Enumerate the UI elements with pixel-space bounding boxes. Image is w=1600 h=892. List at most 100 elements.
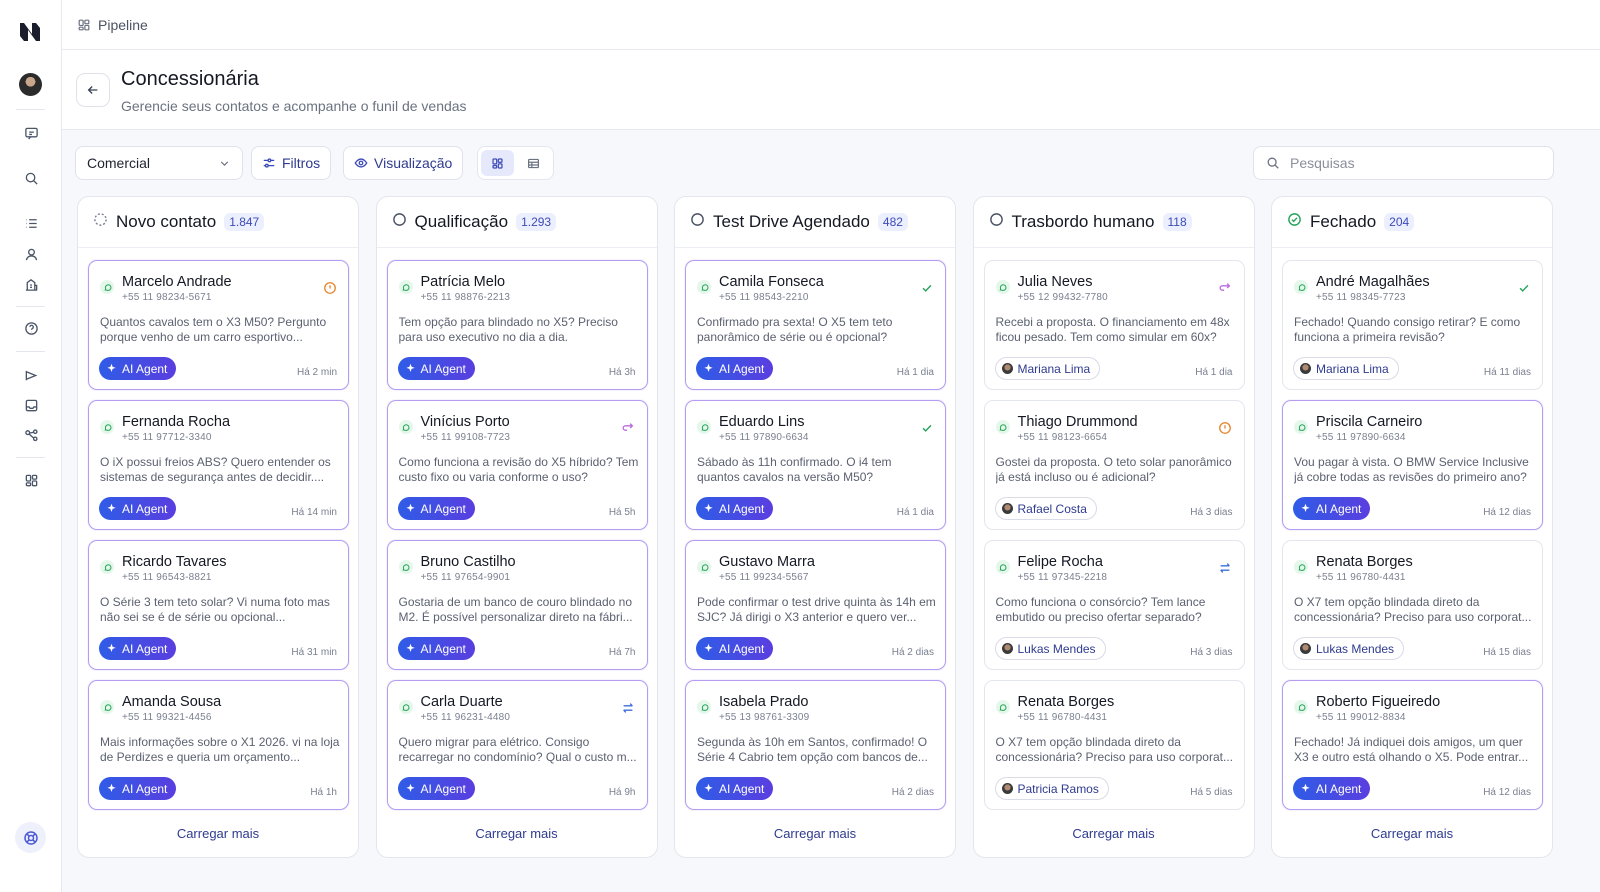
- ai-agent-badge[interactable]: AI Agent: [99, 777, 177, 800]
- table-icon: [528, 158, 540, 168]
- user-avatar[interactable]: [19, 73, 42, 96]
- sidebar-divider: [16, 351, 45, 352]
- load-more-button[interactable]: Carregar mais: [1272, 826, 1552, 841]
- timestamp: Há 5h: [608, 507, 636, 518]
- check-circle-icon: [1287, 212, 1302, 232]
- contact-card[interactable]: Marcelo Andrade +55 11 98234-5671 Quanto…: [88, 260, 349, 390]
- list-icon[interactable]: [21, 213, 41, 233]
- contact-name: Gustavo Marra: [719, 554, 815, 570]
- contact-card[interactable]: Felipe Rocha +55 11 97345-2218 Como func…: [983, 540, 1245, 670]
- contact-card[interactable]: Gustavo Marra +55 11 99234-5567 Pode con…: [685, 540, 946, 670]
- load-more-button[interactable]: Carregar mais: [78, 826, 358, 841]
- pipeline-icon[interactable]: [21, 470, 41, 490]
- contact-card[interactable]: Amanda Sousa +55 11 99321-4456 Mais info…: [88, 680, 349, 810]
- send-icon[interactable]: [21, 365, 41, 385]
- last-message: Tem opção para blindado no X5? Preciso p…: [398, 315, 618, 344]
- contact-card[interactable]: Patrícia Melo +55 11 98876-2213 Tem opçã…: [386, 260, 648, 390]
- contact-phone: +55 12 99432-7780: [1017, 292, 1108, 303]
- sparkle-icon: [703, 783, 714, 794]
- user-icon[interactable]: [21, 244, 41, 264]
- search-icon[interactable]: [21, 168, 41, 188]
- last-message: Fechado! Quando consigo retirar? E como …: [1294, 315, 1521, 344]
- assignee-badge[interactable]: Mariana Lima: [1293, 357, 1399, 380]
- contact-card[interactable]: Renata Borges +55 11 96780-4431 O X7 tem…: [983, 680, 1245, 810]
- contact-name: André Magalhães: [1316, 274, 1430, 290]
- assignee-badge[interactable]: Lukas Mendes: [994, 637, 1106, 660]
- timestamp: Há 2 min: [296, 367, 337, 378]
- ai-agent-badge[interactable]: AI Agent: [397, 637, 475, 660]
- assignee-badge[interactable]: Rafael Costa: [994, 497, 1097, 520]
- contact-card[interactable]: Ricardo Tavares +55 11 96543-8821 O Séri…: [88, 540, 349, 670]
- ai-agent-badge[interactable]: AI Agent: [99, 497, 177, 520]
- search-input[interactable]: [1290, 155, 1530, 171]
- assignee-badge[interactable]: Lukas Mendes: [1293, 637, 1405, 660]
- workflow-icon[interactable]: [21, 425, 41, 445]
- whatsapp-icon: [995, 700, 1010, 714]
- assignee-label: AI Agent: [420, 641, 466, 656]
- contact-card[interactable]: Roberto Figueiredo +55 11 99012-8834 Fec…: [1282, 680, 1543, 810]
- logo-icon[interactable]: [18, 20, 42, 44]
- back-button[interactable]: [76, 73, 110, 107]
- timestamp: Há 12 dias: [1483, 507, 1531, 518]
- ai-agent-badge[interactable]: AI Agent: [99, 637, 177, 660]
- assignee-label: AI Agent: [122, 641, 168, 656]
- alert-icon: [1218, 420, 1233, 435]
- last-message: Recebi a proposta. O financiamento em 48…: [995, 315, 1230, 344]
- filters-button[interactable]: Filtros: [251, 146, 332, 180]
- column-title: Fechado: [1310, 212, 1377, 231]
- ai-agent-badge[interactable]: AI Agent: [99, 357, 177, 380]
- inbox-icon[interactable]: [21, 395, 41, 415]
- contact-card[interactable]: Thiago Drummond +55 11 98123-6654 Gostei…: [983, 400, 1245, 530]
- page-subtitle: Gerencie seus contatos e acompanhe o fun…: [121, 98, 467, 114]
- contact-card[interactable]: Fernanda Rocha +55 11 97712-3340 O iX po…: [88, 400, 349, 530]
- contact-card[interactable]: Julia Neves +55 12 99432-7780 Recebi a p…: [983, 260, 1245, 390]
- kanban-icon: [492, 157, 503, 169]
- ai-agent-badge[interactable]: AI Agent: [397, 497, 475, 520]
- last-message: O X7 tem opção blindada direto da conces…: [995, 735, 1233, 764]
- contact-name: Priscila Carneiro: [1316, 414, 1423, 430]
- pipeline-select[interactable]: Comercial: [75, 146, 243, 180]
- contact-name: Amanda Sousa: [122, 694, 222, 710]
- kanban-view-button[interactable]: [481, 150, 514, 176]
- contact-card[interactable]: Eduardo Lins +55 11 97890-6634 Sábado às…: [685, 400, 946, 530]
- last-message: Sábado às 11h confirmado. O i4 tem quant…: [697, 455, 892, 484]
- assignee-badge[interactable]: Mariana Lima: [994, 357, 1101, 380]
- chat-icon[interactable]: [21, 123, 41, 143]
- ai-agent-badge[interactable]: AI Agent: [397, 357, 475, 380]
- contact-card[interactable]: Renata Borges +55 11 96780-4431 O X7 tem…: [1282, 540, 1543, 670]
- sparkle-icon: [1300, 783, 1311, 794]
- question-icon[interactable]: [21, 318, 41, 338]
- ai-agent-badge[interactable]: AI Agent: [696, 357, 774, 380]
- ai-agent-badge[interactable]: AI Agent: [696, 637, 774, 660]
- avatar: [1300, 363, 1311, 374]
- contact-card[interactable]: Priscila Carneiro +55 11 97890-6634 Vou …: [1282, 400, 1543, 530]
- load-more-button[interactable]: Carregar mais: [377, 826, 657, 841]
- assignee-badge[interactable]: Patricia Ramos: [994, 777, 1109, 800]
- timestamp: Há 11 dias: [1483, 367, 1531, 378]
- breadcrumb[interactable]: Pipeline: [98, 17, 148, 33]
- contact-card[interactable]: Carla Duarte +55 11 96231-4480 Quero mig…: [386, 680, 648, 810]
- view-button[interactable]: Visualização: [343, 146, 464, 180]
- contact-card[interactable]: Isabela Prado +55 13 98761-3309 Segunda …: [685, 680, 946, 810]
- ai-agent-badge[interactable]: AI Agent: [696, 497, 774, 520]
- ai-agent-badge[interactable]: AI Agent: [696, 777, 774, 800]
- support-icon[interactable]: [15, 822, 46, 853]
- contact-card[interactable]: André Magalhães +55 11 98345-7723 Fechad…: [1282, 260, 1543, 390]
- table-view-button[interactable]: [518, 150, 551, 176]
- assignee-label: AI Agent: [719, 501, 765, 516]
- timestamp: Há 5 dias: [1190, 787, 1233, 798]
- contact-phone: +55 11 99012-8834: [1316, 712, 1406, 723]
- ai-agent-badge[interactable]: AI Agent: [1293, 497, 1371, 520]
- sparkle-icon: [703, 503, 714, 514]
- dashed-circle-icon: [93, 212, 108, 232]
- contact-card[interactable]: Bruno Castilho +55 11 97654-9901 Gostari…: [386, 540, 648, 670]
- assignee-label: AI Agent: [122, 501, 168, 516]
- contact-card[interactable]: Vinícius Porto +55 11 99108-7723 Como fu…: [386, 400, 648, 530]
- building-icon[interactable]: [21, 274, 41, 294]
- contact-phone: +55 11 96231-4480: [420, 712, 511, 723]
- ai-agent-badge[interactable]: AI Agent: [397, 777, 475, 800]
- load-more-button[interactable]: Carregar mais: [675, 826, 955, 841]
- load-more-button[interactable]: Carregar mais: [974, 826, 1254, 841]
- ai-agent-badge[interactable]: AI Agent: [1293, 777, 1371, 800]
- contact-card[interactable]: Camila Fonseca +55 11 98543-2210 Confirm…: [685, 260, 946, 390]
